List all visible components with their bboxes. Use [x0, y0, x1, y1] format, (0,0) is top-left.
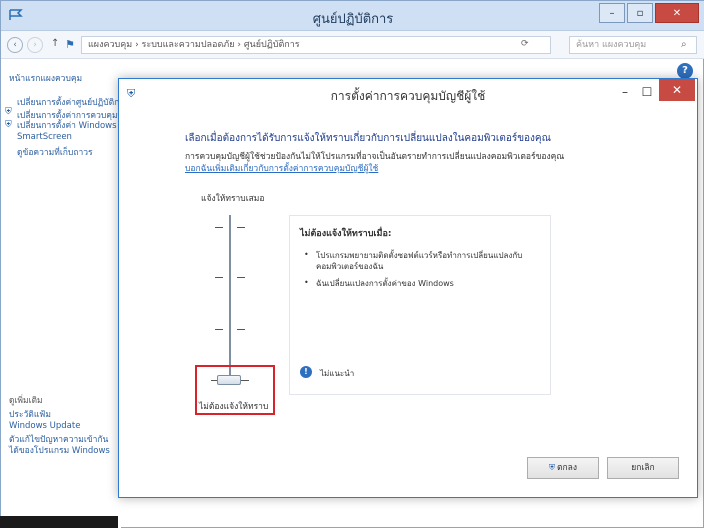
minimize-button[interactable]: –	[599, 3, 625, 23]
info-panel: ไม่ต้องแจ้งให้ทราบเมื่อ: • โปรแกรมพยายาม…	[289, 215, 551, 395]
maximize-button[interactable]: ▫	[627, 3, 653, 23]
dialog-title: การตั้งค่าการควบคุมบัญชีผู้ใช้	[330, 89, 486, 103]
bullet-icon: •	[304, 278, 309, 287]
sidebar: หน้าแรกแผงควบคุม เปลี่ยนการตั้งค่าศูนย์ป…	[1, 59, 151, 528]
slider-tick	[237, 277, 245, 278]
close-button[interactable]: ✕	[655, 3, 699, 23]
slider-top-label: แจ้งให้ทราบเสมอ	[201, 194, 265, 204]
uac-level-slider[interactable]	[229, 215, 231, 383]
info-bullet-text: โปรแกรมพยายามติดตั้งซอฟต์แวร์หรือทำการเป…	[316, 251, 523, 271]
slider-tick	[215, 329, 223, 330]
not-recommended-note: ไม่แนะนำ	[320, 369, 355, 378]
shield-warning-icon: !	[300, 366, 312, 378]
uac-settings-dialog: ⛨ การตั้งค่าการควบคุมบัญชีผู้ใช้ – ☐ ✕ เ…	[118, 78, 698, 498]
sidebar-link-archived[interactable]: ดูข้อความที่เก็บถาวร	[17, 145, 93, 159]
bullet-icon: •	[304, 250, 309, 259]
dialog-heading: เลือกเมื่อต้องการได้รับการแจ้งให้ทราบเกี…	[185, 133, 551, 144]
refresh-icon[interactable]: ⟳	[521, 39, 529, 49]
ok-button[interactable]: ⛨ ตกลง	[527, 457, 599, 479]
search-icon[interactable]: ⌕	[681, 39, 687, 50]
taskbar	[0, 516, 118, 528]
sidebar-link-compat-troubleshooter[interactable]: ตัวแก้ไขปัญหาความเข้ากันได้ของโปรแกรม Wi…	[9, 435, 117, 457]
window-titlebar: ศูนย์ปฏิบัติการ – ▫ ✕	[1, 1, 704, 31]
address-bar: ‹ › ↑ ⚑ แผงควบคุม › ระบบและความปลอดภัย ›…	[1, 31, 704, 59]
up-arrow-icon[interactable]: ↑	[51, 38, 59, 49]
sidebar-home-link[interactable]: หน้าแรกแผงควบคุม	[9, 71, 82, 85]
sidebar-link-file-history[interactable]: ประวัติแฟ้ม	[9, 407, 51, 421]
info-bullet-text: ฉันเปลี่ยนแปลงการตั้งค่าของ Windows	[316, 279, 454, 288]
cancel-button[interactable]: ยกเลิก	[607, 457, 679, 479]
flag-icon: ⚑	[65, 38, 75, 51]
shield-icon: ⛨	[5, 107, 12, 117]
search-input[interactable]: ค้นหา แผงควบคุม	[569, 36, 697, 54]
slider-tick	[215, 227, 223, 228]
sidebar-link-windows-update[interactable]: Windows Update	[9, 421, 80, 431]
help-icon[interactable]: ?	[677, 63, 693, 79]
dialog-maximize-button[interactable]: ☐	[637, 83, 657, 103]
slider-tick	[215, 277, 223, 278]
forward-button[interactable]: ›	[27, 37, 43, 53]
dialog-titlebar: ⛨ การตั้งค่าการควบคุมบัญชีผู้ใช้ – ☐ ✕	[119, 79, 697, 109]
shield-icon: ⛨	[548, 463, 555, 472]
slider-bottom-label: ไม่ต้องแจ้งให้ทราบ	[199, 402, 269, 412]
slider-tick	[237, 227, 245, 228]
sidebar-link-smartscreen[interactable]: เปลี่ยนการตั้งค่า Windows SmartScreen	[17, 121, 117, 143]
shield-icon: ⛨	[5, 120, 12, 130]
info-title: ไม่ต้องแจ้งให้ทราบเมื่อ:	[300, 229, 392, 239]
breadcrumb[interactable]: แผงควบคุม › ระบบและความปลอดภัย › ศูนย์ปฏ…	[81, 36, 551, 54]
more-info-link[interactable]: บอกฉันเพิ่มเติมเกี่ยวกับการตั้งค่าการควบ…	[185, 161, 378, 175]
ok-button-label: ตกลง	[556, 463, 578, 473]
sidebar-link-action-center[interactable]: เปลี่ยนการตั้งค่าศูนย์ปฏิบัติการ	[17, 95, 129, 109]
back-button[interactable]: ‹	[7, 37, 23, 53]
see-also-heading: ดูเพิ่มเติม	[9, 396, 43, 406]
dialog-minimize-button[interactable]: –	[615, 83, 635, 103]
dialog-close-button[interactable]: ✕	[659, 79, 695, 101]
slider-tick	[237, 329, 245, 330]
